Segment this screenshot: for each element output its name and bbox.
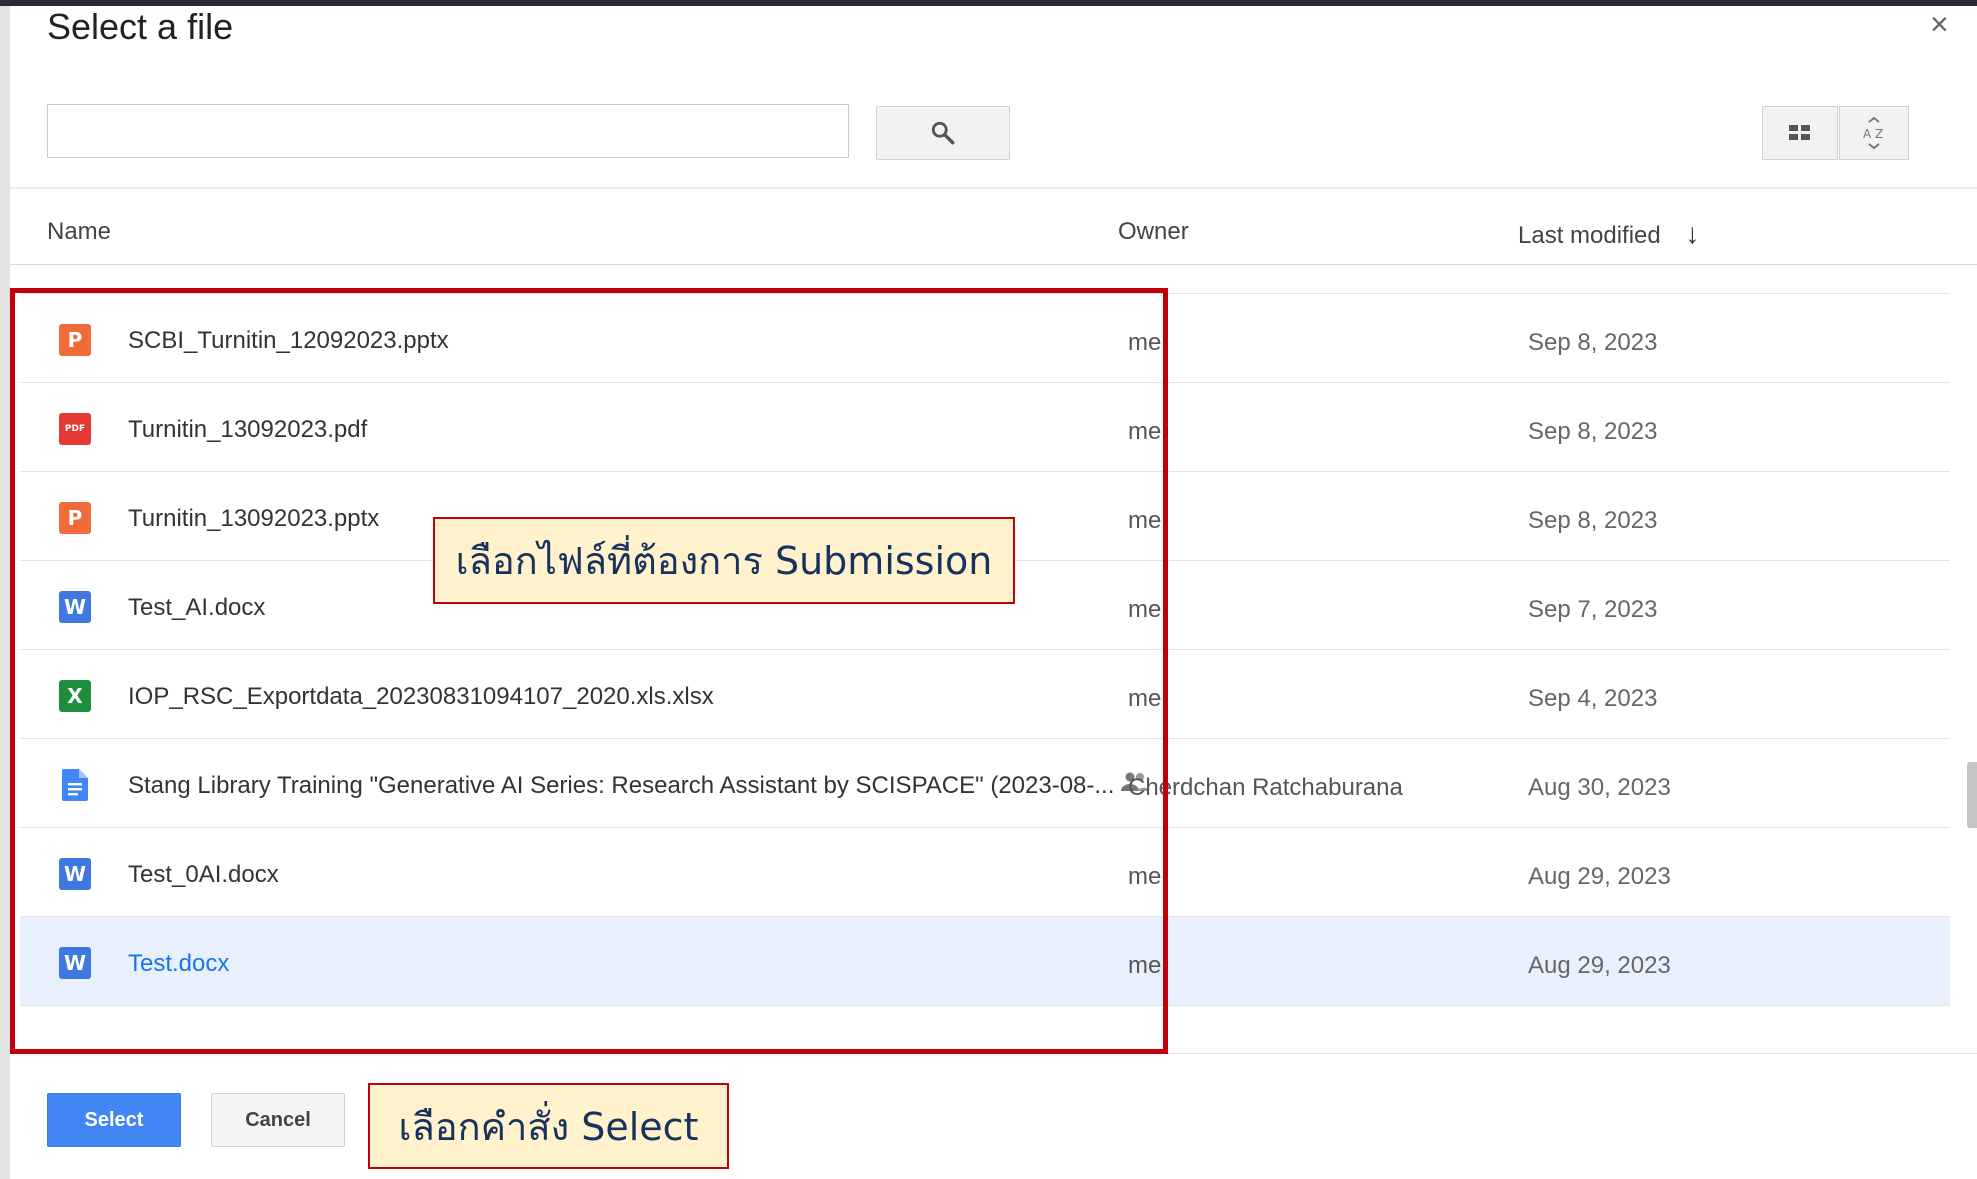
search-input[interactable] xyxy=(47,104,849,158)
sort-down-arrow-icon: ↓ xyxy=(1685,218,1700,249)
select-command-callout: เลือกคำสั่ง Select xyxy=(368,1083,729,1169)
cancel-button[interactable]: Cancel xyxy=(211,1093,345,1147)
column-header-name[interactable]: Name xyxy=(47,218,111,246)
close-icon[interactable]: × xyxy=(1930,6,1949,43)
column-header-last-modified[interactable]: Last modified ↓ xyxy=(1518,218,1699,250)
file-date: Sep 8, 2023 xyxy=(1528,329,1658,356)
scrollbar-thumb[interactable] xyxy=(1967,762,1977,828)
last-modified-label: Last modified xyxy=(1518,222,1661,249)
file-selection-callout: เลือกไฟล์ที่ต้องการ Submission xyxy=(433,517,1015,604)
search-icon xyxy=(931,121,955,145)
toolbar-divider xyxy=(10,187,1977,189)
file-date: Aug 29, 2023 xyxy=(1528,952,1671,979)
dialog-title: Select a file xyxy=(47,6,234,47)
sort-az-icon: A Z xyxy=(1863,116,1883,150)
column-header-owner[interactable]: Owner xyxy=(1118,218,1189,246)
select-button[interactable]: Select xyxy=(47,1093,181,1147)
file-date: Sep 4, 2023 xyxy=(1528,685,1658,712)
file-date: Aug 30, 2023 xyxy=(1528,774,1671,801)
file-date: Sep 7, 2023 xyxy=(1528,596,1658,623)
file-date: Sep 8, 2023 xyxy=(1528,418,1658,445)
search-button[interactable] xyxy=(876,106,1010,160)
svg-text:A: A xyxy=(1863,127,1872,141)
file-picker-dialog: Select a file × A Z Name Owner Last modi… xyxy=(10,6,1977,1179)
background-page-edge xyxy=(0,6,10,1179)
file-list-highlight-box xyxy=(10,288,1168,1054)
grid-view-button[interactable] xyxy=(1762,106,1838,160)
file-owner: Cherdchan Ratchaburana xyxy=(1128,774,1403,801)
sort-az-button[interactable]: A Z xyxy=(1839,106,1909,160)
svg-text:Z: Z xyxy=(1875,127,1883,141)
grid-view-icon xyxy=(1789,125,1810,140)
file-date: Aug 29, 2023 xyxy=(1528,863,1671,890)
file-date: Sep 8, 2023 xyxy=(1528,507,1658,534)
